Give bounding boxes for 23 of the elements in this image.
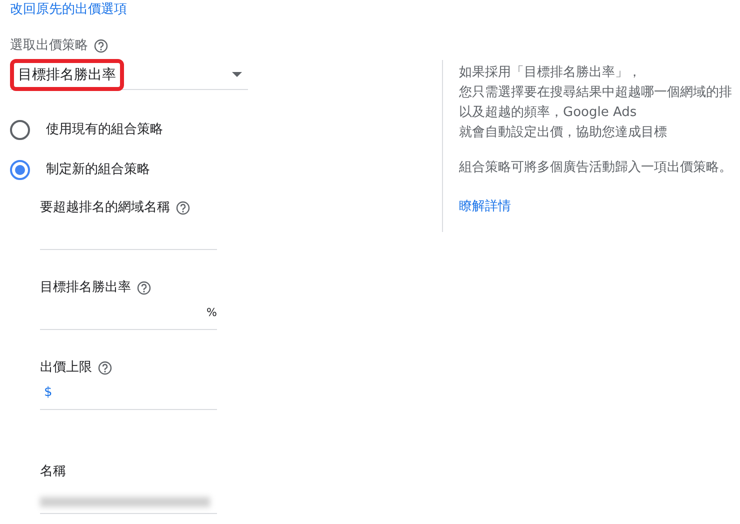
caret-icon <box>232 72 242 77</box>
back-link[interactable]: 改回原先的出價選項 <box>10 0 127 20</box>
help-icon[interactable] <box>98 361 112 375</box>
learn-more-link[interactable]: 瞭解詳情 <box>459 199 511 214</box>
help-icon[interactable] <box>137 281 151 295</box>
select-label: 選取出價策略 <box>10 37 88 55</box>
field-label: 目標排名勝出率 <box>40 279 131 297</box>
info-paragraph: 組合策略可將多個廣告活動歸入一項出價策略。 <box>459 159 732 177</box>
radio-button[interactable] <box>10 120 30 140</box>
radio-button[interactable] <box>10 160 30 180</box>
radio-option[interactable]: 制定新的組合策略 <box>10 160 250 180</box>
currency-prefix: $ <box>44 384 52 402</box>
help-icon[interactable] <box>176 201 190 215</box>
field-label: 出價上限 <box>40 359 92 377</box>
field-label: 要超越排名的網域名稱 <box>40 199 170 217</box>
radio-option[interactable]: 使用現有的組合策略 <box>10 120 250 140</box>
help-icon[interactable] <box>94 39 108 53</box>
info-paragraph: 如果採用「目標排名勝出率」， 您只需選擇要在搜尋結果中超越哪一個網域的排 以及超越的頻率，Google Ads 就會自動設定出價，協助您達成目標 <box>459 64 732 142</box>
strategy-dropdown[interactable]: 目標排名勝出率 <box>10 60 248 90</box>
field-label: 名稱 <box>40 463 66 481</box>
input-field[interactable]: % <box>40 298 217 330</box>
input-field[interactable]: $ <box>40 378 217 410</box>
unit-suffix: % <box>206 305 217 321</box>
